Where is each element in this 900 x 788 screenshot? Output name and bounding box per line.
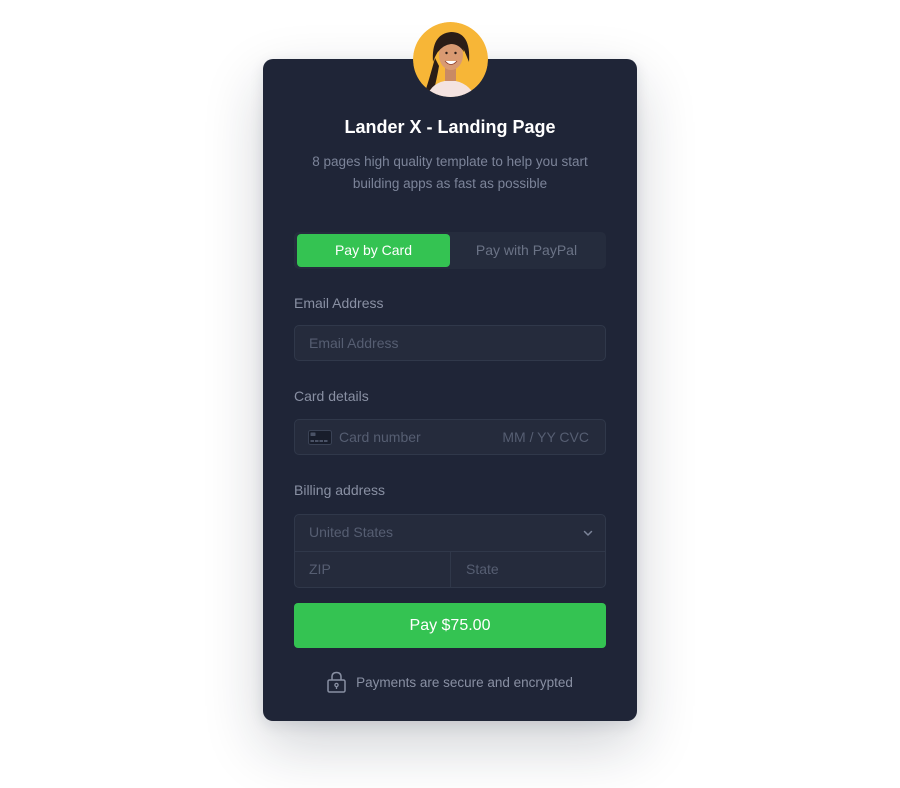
lock-icon (327, 671, 346, 693)
state-placeholder: State (466, 561, 499, 577)
country-value: United States (309, 524, 394, 540)
billing-address-group: United States ZIP State (294, 514, 606, 588)
email-field[interactable]: Email Address (294, 325, 606, 361)
zip-field[interactable]: ZIP (295, 552, 451, 587)
secure-text: Payments are secure and encrypted (356, 674, 573, 690)
email-label: Email Address (294, 295, 384, 311)
product-title: Lander X - Landing Page (344, 117, 556, 137)
state-field[interactable]: State (451, 552, 605, 587)
email-placeholder: Email Address (309, 335, 399, 351)
secure-payment-note: Payments are secure and encrypted (263, 670, 637, 694)
credit-card-icon (308, 430, 332, 445)
country-select[interactable]: United States (295, 515, 605, 552)
tab-pay-with-paypal[interactable]: Pay with PayPal (450, 234, 603, 267)
card-number-placeholder: Card number (339, 429, 421, 445)
expiry-cvc-placeholder: MM / YY CVC (502, 429, 589, 445)
tab-pay-by-card[interactable]: Pay by Card (297, 234, 450, 267)
chevron-down-icon (583, 530, 593, 536)
pay-button[interactable]: Pay $75.00 (294, 603, 606, 648)
payment-method-tabs: Pay by Card Pay with PayPal (294, 232, 606, 269)
checkout-card: Lander X - Landing Page 8 pages high qua… (263, 59, 637, 721)
product-description: 8 pages high quality template to help yo… (312, 154, 588, 191)
billing-address-label: Billing address (294, 482, 386, 498)
card-number-field[interactable]: Card number MM / YY CVC (294, 419, 606, 455)
zip-placeholder: ZIP (309, 561, 331, 577)
card-details-label: Card details (294, 388, 369, 404)
avatar (413, 22, 488, 97)
